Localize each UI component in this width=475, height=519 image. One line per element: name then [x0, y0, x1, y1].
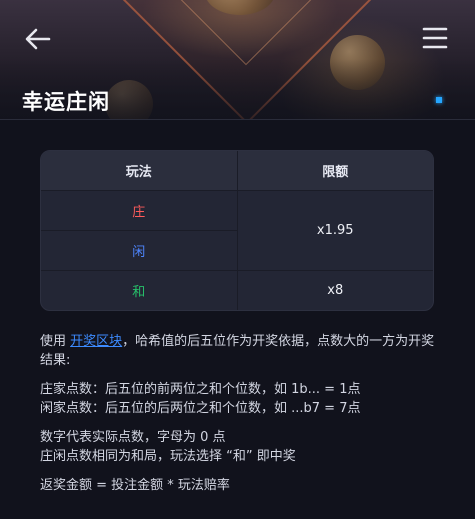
- back-button[interactable]: [24, 26, 52, 52]
- column-header-play: 玩法: [125, 165, 152, 180]
- page-title: 幸运庄闲: [22, 90, 110, 114]
- header-divider: [0, 119, 475, 120]
- rules-intro: 使用 开奖区块，哈希值的后五位作为开奖依据，点数大的一方为开奖结果:: [40, 332, 435, 370]
- limit-banker-player-cell: x1.95: [316, 223, 354, 238]
- arrow-left-icon: [25, 28, 51, 50]
- hamburger-menu-icon: [422, 27, 448, 49]
- draw-block-link[interactable]: 开奖区块: [70, 334, 122, 349]
- table-body-lower: 和 x8: [41, 270, 433, 310]
- play-banker-cell: 庄: [132, 205, 146, 220]
- table-header-row: 玩法 限额: [41, 151, 433, 190]
- limit-tie-cell: x8: [327, 283, 344, 298]
- tie-note: 庄闲点数相同为和局，玩法选择 “和” 即中奖: [40, 449, 296, 464]
- play-player-cell: 闲: [41, 230, 237, 270]
- status-indicator: [436, 97, 442, 103]
- table-body-upper: 庄 闲 x1.95: [41, 190, 433, 270]
- rules-section: 使用 开奖区块，哈希值的后五位作为开奖依据，点数大的一方为开奖结果: 庄家点数：…: [40, 332, 435, 495]
- player-points-rule: 闲家点数：后五位的后两位之和个位数，如 ...b7 = 7点: [40, 401, 361, 416]
- payout-formula: 返奖金额 = 投注金额 * 玩法赔率: [40, 478, 230, 493]
- rules-intro-prefix: 使用: [40, 334, 71, 349]
- odds-table: 玩法 限额 庄 闲 x1.95 和 x8: [40, 150, 434, 311]
- menu-button[interactable]: [421, 25, 449, 51]
- column-header-limit: 限额: [236, 151, 434, 190]
- banker-points-rule: 庄家点数：后五位的前两位之和个位数，如 1b... = 1点: [40, 382, 361, 397]
- digit-note: 数字代表实际点数，字母为 0 点: [40, 430, 226, 445]
- play-tie-cell: 和: [132, 285, 146, 300]
